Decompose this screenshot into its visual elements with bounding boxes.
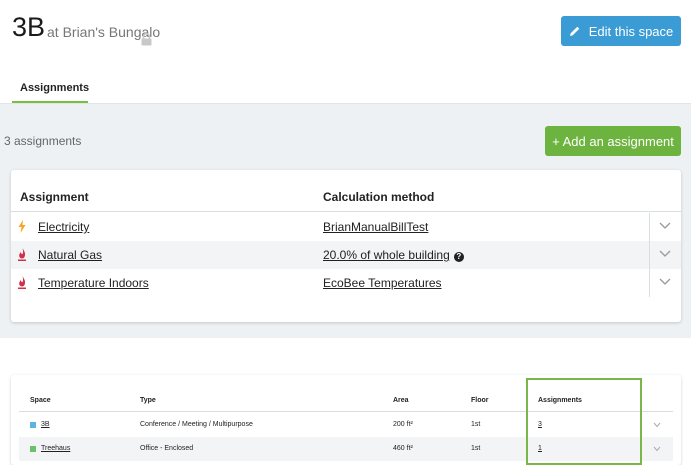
space-name: 3B (12, 12, 46, 42)
table-row: Temperature Indoors EcoBee Temperatures (11, 269, 681, 297)
add-assignment-button[interactable]: + Add an assignment (545, 126, 681, 156)
space-type: Conference / Meeting / Multipurpose (140, 421, 253, 428)
table-row: Natural Gas 20.0% of whole building? (11, 241, 681, 269)
table-row: Electricity BrianManualBillTest (11, 213, 681, 241)
assignment-count: 3 assignments (4, 134, 82, 148)
page: 3B at Brian's Bungalo Edit this space As… (0, 0, 691, 465)
space-link[interactable]: 3B (41, 421, 50, 428)
chevron-down-icon[interactable] (659, 278, 671, 286)
space-color-swatch (30, 422, 36, 428)
chevron-down-icon[interactable] (653, 422, 661, 428)
assignments-card: Assignment Calculation method Electricit… (11, 170, 681, 322)
column-calculation-method: Calculation method (323, 190, 435, 204)
chevron-down-icon[interactable] (653, 446, 661, 452)
assignments-table-header: Assignment Calculation method (11, 170, 681, 212)
pencil-icon (569, 26, 580, 36)
chevron-down-icon[interactable] (659, 222, 671, 230)
space-area: 460 ft² (393, 445, 413, 452)
spaces-table: Space Type Area Floor Assignments 3B Con… (11, 375, 681, 465)
assignment-link[interactable]: Temperature Indoors (38, 276, 149, 290)
column-floor: Floor (471, 397, 489, 404)
space-floor: 1st (471, 445, 481, 452)
flame-icon (18, 276, 26, 289)
flame-icon (18, 248, 26, 261)
column-assignment: Assignment (20, 190, 89, 204)
space-area: 200 ft² (393, 421, 413, 428)
chevron-down-icon[interactable] (659, 250, 671, 258)
calculation-method-link[interactable]: 20.0% of whole building? (323, 248, 464, 262)
row-divider (649, 269, 650, 297)
calculation-method-link[interactable]: EcoBee Temperatures (323, 276, 442, 290)
assignments-panel: 3 assignments + Add an assignment Assign… (0, 104, 691, 338)
space-type: Office - Enclosed (140, 445, 194, 452)
assignment-link[interactable]: Electricity (38, 220, 89, 234)
space-link[interactable]: Treehaus (41, 445, 70, 452)
assignments-column-highlight (526, 378, 642, 465)
calculation-method-link[interactable]: BrianManualBillTest (323, 220, 428, 234)
space-floor: 1st (471, 421, 481, 428)
edit-space-label: Edit this space (588, 23, 674, 39)
space-header: 3B at Brian's Bungalo Edit this space As… (0, 0, 691, 104)
tab-assignments[interactable]: Assignments (12, 80, 89, 104)
row-divider (649, 213, 650, 241)
row-divider (649, 241, 650, 269)
calculation-method-text: 20.0% of whole building (323, 248, 450, 262)
assignment-link[interactable]: Natural Gas (38, 248, 102, 262)
column-type: Type (140, 397, 156, 404)
column-space: Space (30, 397, 51, 404)
space-color-swatch (30, 446, 36, 452)
lock-icon (141, 33, 152, 46)
lightning-icon (18, 220, 26, 233)
question-circle-icon[interactable]: ? (453, 252, 464, 262)
edit-space-button[interactable]: Edit this space (561, 16, 681, 46)
column-area: Area (393, 397, 409, 404)
